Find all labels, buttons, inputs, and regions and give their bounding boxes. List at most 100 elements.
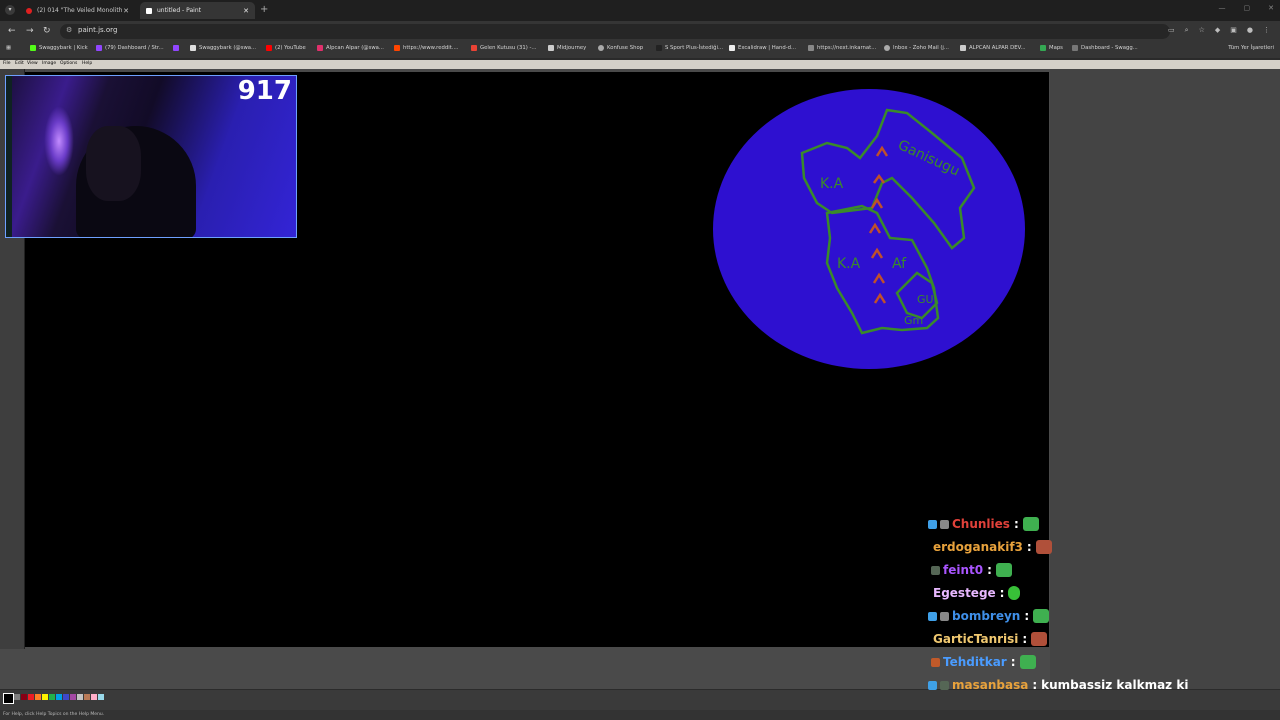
menu-options[interactable]: Options — [60, 61, 77, 66]
chat-username: erdoganakif3 — [933, 540, 1023, 554]
bookmarks-bar: ▦ Swaggybark | Kick (79) Dashboard / Str… — [0, 42, 1280, 59]
emote-icon — [995, 563, 1012, 577]
color-swatch[interactable] — [70, 694, 76, 700]
menu-file[interactable]: File — [3, 61, 11, 66]
color-swatch[interactable] — [28, 694, 34, 700]
cast-icon[interactable]: ▭ — [1168, 26, 1175, 35]
site-info-icon[interactable]: ⚙ — [66, 26, 72, 34]
chat-message: erdoganakif3 : — [933, 537, 1052, 557]
chat-separator: : — [1024, 609, 1030, 623]
region-label: K.A — [820, 176, 844, 192]
color-swatch[interactable] — [56, 694, 62, 700]
emote-icon — [1019, 655, 1036, 669]
browser-tab-bar: ▾ (2) 014 "The Veiled Monolith ✕ untitle… — [0, 0, 1280, 21]
tab-paint[interactable]: untitled - Paint ✕ — [140, 2, 255, 19]
reload-icon[interactable]: ↻ — [43, 26, 51, 36]
globe-drawing: K.A Ganisugu K.A Af GU Gm — [713, 89, 1025, 369]
star-icon[interactable]: ☆ — [1199, 26, 1205, 35]
emote-icon — [1031, 632, 1048, 646]
close-icon[interactable]: ✕ — [243, 7, 249, 15]
bookmark-item[interactable]: Swaggybark (@swa... — [190, 45, 256, 51]
chat-username: Egestege — [933, 586, 996, 600]
forward-icon[interactable]: → — [26, 26, 34, 36]
color-swatch[interactable] — [84, 694, 90, 700]
url-text: paint.js.org — [78, 26, 118, 34]
close-icon[interactable]: ✕ — [123, 7, 129, 15]
streamer-head — [86, 126, 141, 201]
tab-search-button[interactable]: ▾ — [5, 5, 15, 15]
badge-icon — [931, 565, 940, 575]
color-swatch[interactable] — [21, 694, 27, 700]
back-icon[interactable]: ← — [8, 26, 16, 36]
youtube-icon — [26, 7, 32, 14]
color-swatch[interactable] — [91, 694, 97, 700]
color-swatch[interactable] — [14, 694, 20, 700]
chat-message: bombreyn : — [928, 606, 1050, 626]
bookmark-item[interactable] — [173, 45, 182, 51]
extension-icon[interactable]: ◆ — [1215, 26, 1220, 35]
color-swatch[interactable] — [63, 694, 69, 700]
bookmark-item[interactable]: Excalidraw | Hand-d... — [729, 45, 796, 51]
maximize-icon[interactable]: ▢ — [1244, 4, 1251, 12]
badge-icon — [940, 680, 949, 690]
menu-help[interactable]: Help — [82, 61, 92, 66]
profile-icon[interactable]: ● — [1247, 26, 1253, 35]
bookmark-item[interactable]: Gelen Kutusu (31) -... — [471, 45, 536, 51]
bookmark-item[interactable]: (2) YouTube — [266, 45, 306, 51]
chat-message: Egestege : — [933, 583, 1021, 603]
bookmark-item[interactable]: https://www.reddit.... — [394, 45, 459, 51]
bookmark-item[interactable]: (79) Dashboard / Str... — [96, 45, 164, 51]
globe-ocean — [713, 89, 1025, 369]
bookmark-item[interactable]: Midjourney — [548, 45, 586, 51]
chat-username: feint0 — [943, 563, 984, 577]
viewer-counter: 917 — [237, 76, 292, 106]
chat-message: GarticTanrisi : — [933, 629, 1048, 649]
new-tab-button[interactable]: + — [260, 4, 268, 15]
color-swatch[interactable] — [98, 694, 104, 700]
region-label: Gm — [904, 314, 923, 327]
bookmark-item[interactable]: Maps — [1040, 45, 1063, 51]
color-swatch[interactable] — [77, 694, 83, 700]
chat-separator: : — [1026, 540, 1032, 554]
current-color[interactable] — [3, 693, 14, 704]
workspace-margin — [1050, 69, 1280, 689]
all-bookmarks[interactable]: Tüm Yer İşaretleri — [1228, 45, 1274, 51]
badge-icon — [928, 519, 937, 529]
webcam-edge — [6, 76, 12, 237]
badge-icon — [928, 680, 937, 690]
tab-youtube[interactable]: (2) 014 "The Veiled Monolith ✕ — [20, 2, 135, 19]
bookmark-item[interactable]: https://next.inkarnat... — [808, 45, 876, 51]
bookmark-item[interactable]: Dashboard - Swagg... — [1072, 45, 1138, 51]
bookmark-item[interactable]: Inbox - Zoho Mail (j... — [884, 45, 949, 51]
chat-username: bombreyn — [952, 609, 1021, 623]
menu-view[interactable]: View — [27, 61, 38, 66]
color-swatch[interactable] — [49, 694, 55, 700]
bookmark-item[interactable]: S Sport Plus-İstediği... — [656, 45, 723, 51]
bookmark-item[interactable]: Konfuse Shop — [598, 45, 643, 51]
paint-menu-bar: File Edit View Image Options Help — [0, 60, 1280, 69]
chat-separator: : — [1013, 517, 1019, 531]
bookmark-item[interactable]: Alpcan Alpar (@swa... — [317, 45, 384, 51]
extensions-icon[interactable]: ▣ — [1230, 26, 1237, 35]
tab-title: untitled - Paint — [157, 7, 201, 14]
color-swatch[interactable] — [35, 694, 41, 700]
chat-separator: : — [999, 586, 1005, 600]
close-window-icon[interactable]: ✕ — [1268, 4, 1274, 12]
zoom-icon[interactable]: ⌕ — [1185, 26, 1189, 35]
region-label: Af — [892, 256, 907, 272]
emote-icon — [1033, 609, 1050, 623]
color-swatch[interactable] — [42, 694, 48, 700]
menu-icon[interactable]: ⋮ — [1263, 26, 1270, 35]
chat-message: Chunlies : — [928, 514, 1039, 534]
apps-icon[interactable]: ▦ — [6, 45, 11, 51]
url-input[interactable]: ⚙ paint.js.org — [60, 24, 1170, 39]
menu-edit[interactable]: Edit — [15, 61, 24, 66]
minimize-icon[interactable]: — — [1219, 4, 1226, 12]
webcam-light — [44, 106, 74, 176]
menu-image[interactable]: Image — [42, 61, 56, 66]
bookmark-item[interactable]: Swaggybark | Kick — [30, 45, 88, 51]
badge-icon — [940, 519, 949, 529]
bookmark-item[interactable]: ALPCAN ALPAR DEV... — [960, 45, 1026, 51]
badge-icon — [940, 611, 949, 621]
status-text: For Help, click Help Topics on the Help … — [3, 712, 105, 717]
